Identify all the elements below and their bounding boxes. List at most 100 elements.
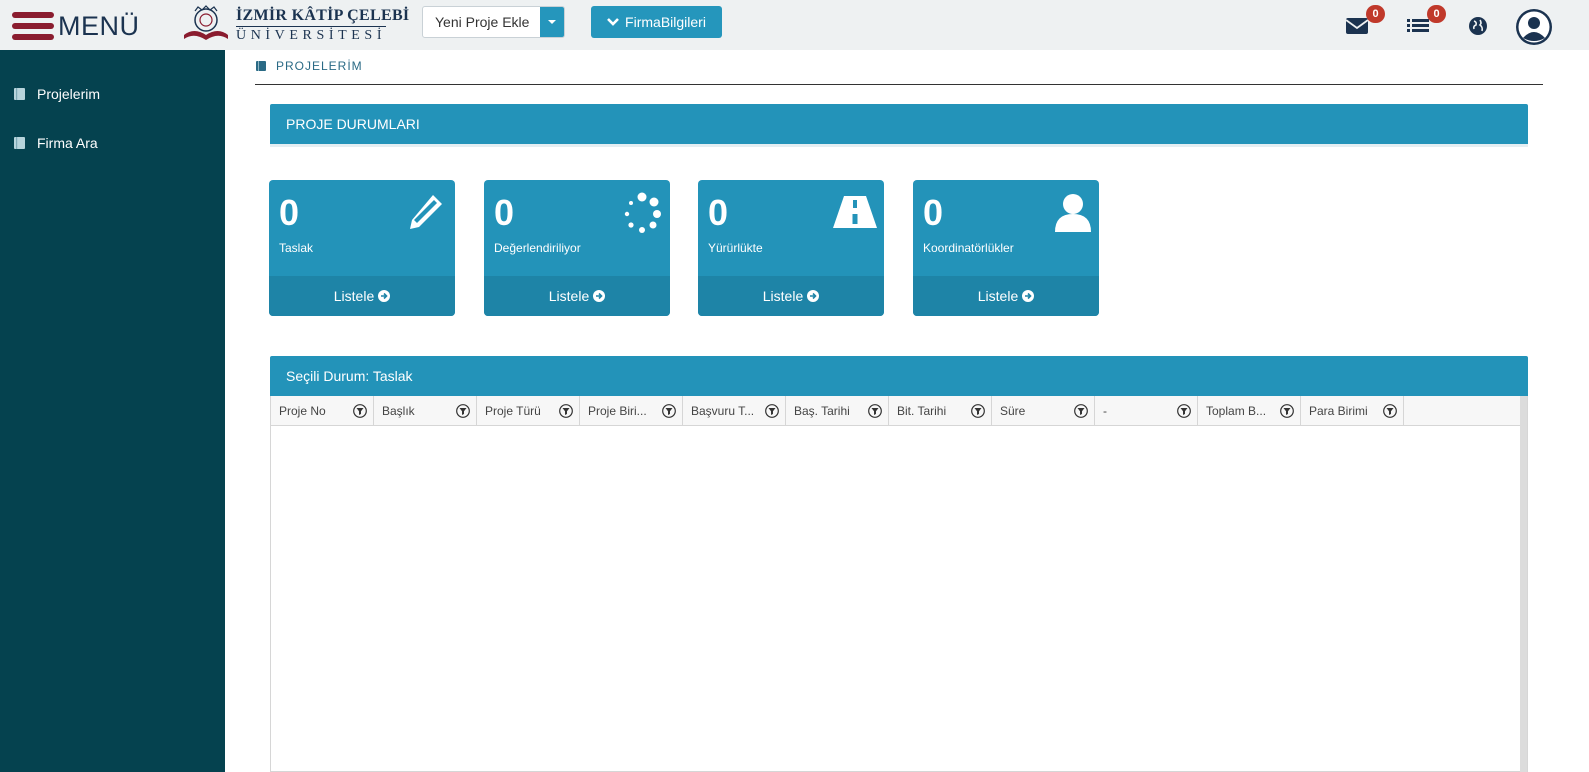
grid-column-label: Başlık <box>382 403 415 418</box>
tile-label: Yürürlükte <box>708 241 763 255</box>
tile-count: 0 <box>923 192 944 233</box>
sidebar-item-label: Projelerim <box>37 86 101 102</box>
user-profile-button[interactable] <box>1515 8 1553 46</box>
messages-button[interactable]: 0 <box>1343 5 1385 40</box>
grid-column-header[interactable]: Proje Türü <box>477 396 580 425</box>
grid-header-row: Proje No Başlık Proje Türü Proje Biri... Baş… <box>271 396 1521 426</box>
select-caret-button[interactable] <box>540 7 564 37</box>
grid-column-label: Proje Türü <box>485 403 541 418</box>
status-panel-underline <box>270 144 1528 147</box>
logo-text-line1: İZMİR KÂTİP ÇELEBİ <box>236 7 410 24</box>
tile-listele-link[interactable]: Listele <box>269 276 455 316</box>
grid-column-header[interactable]: - <box>1095 396 1198 425</box>
firma-bilgileri-label: FirmaBilgileri <box>625 14 706 30</box>
book-icon <box>14 88 25 100</box>
filter-icon[interactable] <box>1177 403 1191 418</box>
university-logo[interactable]: İZMİR KÂTİP ÇELEBİ ÜNİVERSİTESİ <box>182 5 409 45</box>
tile-listele-link[interactable]: Listele <box>698 276 884 316</box>
book-icon <box>14 137 25 149</box>
sidebar-item-firma-ara[interactable]: Firma Ara <box>0 125 225 161</box>
arrow-circle-right-icon <box>1022 290 1035 302</box>
selected-status-title: Seçili Durum: Taslak <box>286 368 413 384</box>
tile-taslak: 0 Taslak Listele <box>269 180 455 316</box>
tile-count: 0 <box>494 192 515 233</box>
tile-link-label: Listele <box>762 288 804 304</box>
tile-label: Taslak <box>279 241 314 255</box>
tile-koordinatorlukler: 0 Koordinatörlükler Listele <box>913 180 1099 316</box>
arrow-circle-right-icon <box>807 290 820 302</box>
tasks-button[interactable]: 0 <box>1405 5 1446 40</box>
hamburger-icon <box>12 12 54 40</box>
sidebar-item-label: Firma Ara <box>37 135 98 151</box>
grid-column-header[interactable]: Para Birimi <box>1301 396 1404 425</box>
university-emblem-icon <box>184 5 228 40</box>
grid-column-header[interactable]: Bit. Tarihi <box>889 396 992 425</box>
tile-link-label: Listele <box>548 288 590 304</box>
grid-column-label: Para Birimi <box>1309 403 1368 418</box>
status-panel-title: PROJE DURUMLARI <box>286 116 420 132</box>
grid-column-header[interactable]: Baş. Tarihi <box>786 396 889 425</box>
filter-icon[interactable] <box>868 403 882 418</box>
tasks-badge: 0 <box>1427 5 1446 23</box>
filter-icon[interactable] <box>1074 403 1088 418</box>
filter-icon[interactable] <box>1383 403 1397 418</box>
filter-icon[interactable] <box>456 403 470 418</box>
grid-column-header[interactable]: Toplam B... <box>1198 396 1301 425</box>
status-panel-header: PROJE DURUMLARI <box>270 104 1528 144</box>
tile-label: Değerlendiriliyor <box>494 241 581 255</box>
tile-link-label: Listele <box>333 288 375 304</box>
tile-link-label: Listele <box>977 288 1019 304</box>
filter-icon[interactable] <box>765 403 779 418</box>
filter-icon[interactable] <box>971 403 985 418</box>
filter-icon[interactable] <box>1280 403 1294 418</box>
user-icon <box>1055 194 1091 232</box>
menu-label: MENÜ <box>58 10 140 41</box>
grid-column-label: Toplam B... <box>1206 403 1267 418</box>
pencil-icon <box>410 195 442 229</box>
sidebar: Projelerim Firma Ara <box>0 50 225 772</box>
grid-column-header[interactable]: Proje Biri... <box>580 396 683 425</box>
grid-column-label: Proje No <box>279 403 326 418</box>
selected-status-panel-header: Seçili Durum: Taslak <box>270 356 1528 396</box>
user-avatar-icon <box>1516 9 1552 45</box>
grid-column-label: Süre <box>1000 403 1026 418</box>
tile-degerlendiriliyor: 0 Değerlendiriliyor Listele <box>484 180 670 316</box>
grid-scrollbar[interactable] <box>1520 396 1527 772</box>
filter-icon[interactable] <box>353 403 367 418</box>
caret-down-icon <box>548 20 556 24</box>
grid-column-label: Baş. Tarihi <box>794 403 850 418</box>
grid-column-label: - <box>1103 403 1107 418</box>
chevron-down-icon <box>607 18 619 26</box>
tile-count: 0 <box>279 192 300 233</box>
menu-toggle-button[interactable]: MENÜ <box>12 10 140 42</box>
grid-column-label: Bit. Tarihi <box>897 403 947 418</box>
grid-column-header[interactable]: Süre <box>992 396 1095 425</box>
arrow-circle-right-icon <box>378 290 391 302</box>
breadcrumb-divider <box>255 84 1543 85</box>
top-bar: MENÜ İZMİR KÂTİP ÇELEBİ ÜNİVERSİTESİ Yen… <box>0 0 1589 50</box>
firma-bilgileri-button[interactable]: FirmaBilgileri <box>591 6 722 38</box>
grid-column-header[interactable]: Başlık <box>374 396 477 425</box>
grid-column-label: Başvuru T... <box>691 403 755 418</box>
grid-column-label: Proje Biri... <box>588 403 647 418</box>
spinner-icon <box>624 192 661 233</box>
book-icon <box>256 61 266 71</box>
filter-icon[interactable] <box>559 403 573 418</box>
tile-count: 0 <box>708 192 729 233</box>
tile-listele-link[interactable]: Listele <box>484 276 670 316</box>
sidebar-item-projelerim[interactable]: Projelerim <box>0 76 225 112</box>
grid-column-header[interactable]: Başvuru T... <box>683 396 786 425</box>
project-add-select-value: Yeni Proje Ekle <box>435 14 530 30</box>
grid-column-header[interactable]: Proje No <box>271 396 374 425</box>
breadcrumb-label: PROJELERİM <box>276 59 363 73</box>
road-icon <box>833 196 877 228</box>
language-button[interactable] <box>1465 10 1495 40</box>
project-add-select[interactable]: Yeni Proje Ekle <box>422 6 565 38</box>
logo-text-line2: ÜNİVERSİTESİ <box>236 26 387 43</box>
filter-icon[interactable] <box>662 403 676 418</box>
tile-yururlukte: 0 Yürürlükte Listele <box>698 180 884 316</box>
breadcrumb: PROJELERİM <box>255 57 363 75</box>
projects-grid: Proje No Başlık Proje Türü Proje Biri... Baş… <box>270 396 1528 772</box>
messages-badge: 0 <box>1366 5 1385 23</box>
tile-listele-link[interactable]: Listele <box>913 276 1099 316</box>
